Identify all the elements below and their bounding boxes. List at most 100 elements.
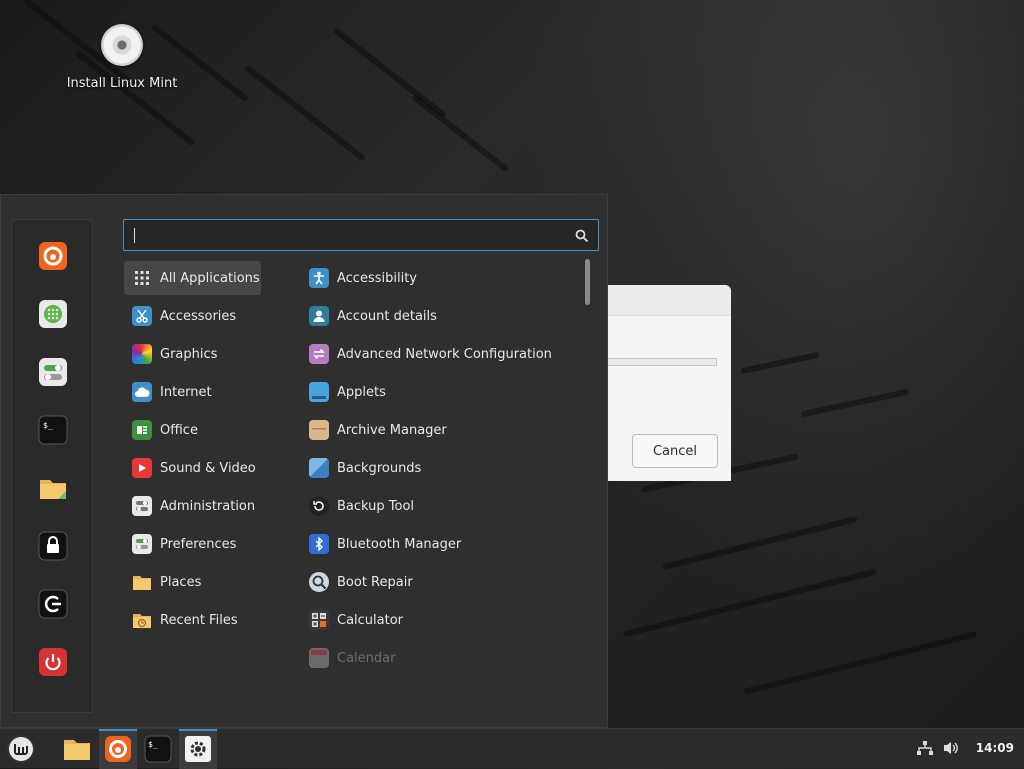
- app-label: Bluetooth Manager: [337, 536, 462, 552]
- calculator-icon: [309, 610, 329, 630]
- favorite-terminal[interactable]: $_: [37, 414, 69, 446]
- category-all-applications[interactable]: All Applications: [124, 261, 261, 295]
- app-advanced-network-configuration[interactable]: Advanced Network Configuration: [301, 337, 552, 371]
- folder-icon: [40, 480, 66, 499]
- power-icon: [39, 648, 67, 676]
- text-caret: [134, 228, 135, 243]
- taskbar-files[interactable]: [58, 729, 96, 769]
- favorite-shutdown[interactable]: [37, 646, 69, 678]
- favorite-files[interactable]: [37, 472, 69, 504]
- app-accessibility[interactable]: Accessibility: [301, 261, 417, 295]
- archive-icon: [309, 420, 329, 440]
- app-label: Accessibility: [337, 270, 417, 286]
- settings-toggles-icon: [39, 358, 67, 386]
- favorite-logout[interactable]: [37, 588, 69, 620]
- clock[interactable]: 14:09: [976, 741, 1014, 755]
- app-archive-manager[interactable]: Archive Manager: [301, 413, 447, 447]
- app-label: Backgrounds: [337, 460, 422, 476]
- app-calendar[interactable]: Calendar: [301, 641, 395, 675]
- category-label: All Applications: [160, 270, 260, 286]
- folder-icon: [132, 572, 152, 592]
- favorite-system-settings[interactable]: [37, 356, 69, 388]
- svg-text:$_: $_: [43, 421, 53, 430]
- menu-scrollbar[interactable]: [585, 259, 590, 305]
- cdrom-icon: [101, 24, 143, 66]
- application-menu: $_ All Applications Accessories Graphics…: [0, 194, 608, 728]
- category-recent-files[interactable]: Recent Files: [124, 603, 238, 637]
- office-icon: [132, 420, 152, 440]
- dialog-titlebar: [592, 285, 731, 316]
- app-boot-repair[interactable]: Boot Repair: [301, 565, 413, 599]
- preferences-toggles-icon: [132, 534, 152, 554]
- app-calculator[interactable]: Calculator: [301, 603, 403, 637]
- volume-icon[interactable]: [942, 739, 960, 757]
- app-applets[interactable]: Applets: [301, 375, 386, 409]
- category-label: Administration: [160, 498, 256, 514]
- backgrounds-icon: [309, 458, 329, 478]
- active-indicator: [179, 729, 217, 731]
- category-preferences[interactable]: Preferences: [124, 527, 236, 561]
- admin-toggles-icon: [132, 496, 152, 516]
- applets-icon: [309, 382, 329, 402]
- firefox-icon: [105, 736, 131, 762]
- taskbar-firefox[interactable]: [99, 729, 137, 769]
- category-places[interactable]: Places: [124, 565, 201, 599]
- app-label: Boot Repair: [337, 574, 413, 590]
- network-icon[interactable]: [916, 739, 934, 757]
- app-label: Calculator: [337, 612, 404, 628]
- gear-icon: [185, 736, 211, 762]
- recent-folder-icon: [132, 610, 152, 630]
- category-label: Internet: [160, 384, 212, 400]
- graphics-icon: [132, 344, 152, 364]
- mint-logo-icon: [7, 735, 35, 763]
- favorite-lock-screen[interactable]: [37, 530, 69, 562]
- firefox-icon: [39, 242, 67, 270]
- search-input[interactable]: [123, 219, 599, 251]
- app-account-details[interactable]: Account details: [301, 299, 437, 333]
- taskbar-terminal[interactable]: $_: [139, 729, 177, 769]
- taskbar: $_ 14:09: [0, 728, 1024, 769]
- scissors-icon: [132, 306, 152, 326]
- app-label: Backup Tool: [337, 498, 415, 514]
- category-label: Preferences: [160, 536, 237, 552]
- bluetooth-icon: [309, 534, 329, 554]
- app-backup-tool[interactable]: Backup Tool: [301, 489, 414, 523]
- category-label: Office: [160, 422, 198, 438]
- app-label: Advanced Network Configuration: [337, 346, 552, 362]
- software-manager-icon: [39, 300, 67, 328]
- app-label: Calendar: [337, 650, 396, 666]
- favorite-firefox[interactable]: [37, 240, 69, 272]
- background-dialog-window: Cancel: [592, 285, 731, 481]
- menu-button[interactable]: [2, 729, 40, 769]
- taskbar-settings[interactable]: [179, 729, 217, 769]
- cancel-button[interactable]: Cancel: [632, 434, 718, 468]
- app-label: Account details: [337, 308, 437, 324]
- cloud-icon: [132, 382, 152, 402]
- app-label: Applets: [337, 384, 386, 400]
- app-backgrounds[interactable]: Backgrounds: [301, 451, 421, 485]
- desktop-icon-label: Install Linux Mint: [66, 76, 178, 91]
- category-office[interactable]: Office: [124, 413, 198, 447]
- backup-icon: [309, 496, 329, 516]
- terminal-icon: $_: [38, 415, 68, 445]
- play-icon: [132, 458, 152, 478]
- favorite-software-manager[interactable]: [37, 298, 69, 330]
- account-icon: [309, 306, 329, 326]
- svg-text:$_: $_: [148, 740, 158, 749]
- search-icon: [575, 229, 589, 243]
- category-accessories[interactable]: Accessories: [124, 299, 236, 333]
- category-graphics[interactable]: Graphics: [124, 337, 217, 371]
- calendar-icon: [309, 648, 329, 668]
- category-internet[interactable]: Internet: [124, 375, 212, 409]
- app-bluetooth-manager[interactable]: Bluetooth Manager: [301, 527, 461, 561]
- network-arrows-icon: [309, 344, 329, 364]
- category-sound-video[interactable]: Sound & Video: [124, 451, 256, 485]
- lock-icon: [38, 531, 68, 561]
- grid-icon: [132, 268, 152, 288]
- favorites-sidebar: $_: [11, 219, 93, 713]
- category-administration[interactable]: Administration: [124, 489, 255, 523]
- app-label: Archive Manager: [337, 422, 447, 438]
- active-indicator: [99, 729, 137, 731]
- desktop-icon-install-linux-mint[interactable]: Install Linux Mint: [62, 24, 182, 91]
- category-label: Accessories: [160, 308, 237, 324]
